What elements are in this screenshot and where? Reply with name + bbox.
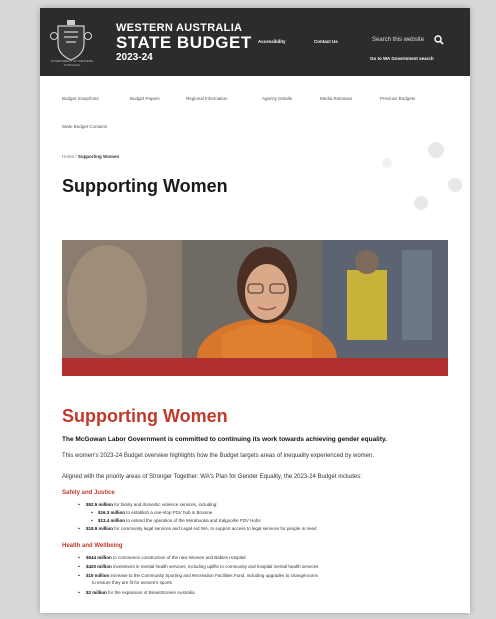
list-item: $420 million investment in mental health… xyxy=(78,564,318,570)
page-title: Supporting Women xyxy=(62,176,228,196)
hero-photo-woman-hivis xyxy=(62,240,448,376)
site-title-line2[interactable]: STATE BUDGET xyxy=(116,33,252,53)
nav-item-agency-details[interactable]: Agency Details xyxy=(262,96,292,101)
list-item: $15 million increase to the Community Sp… xyxy=(78,573,318,579)
list-item: $52.5 million for family and domestic vi… xyxy=(78,502,218,508)
list-item: $16.3 million to establish a one-stop FD… xyxy=(91,510,212,516)
breadcrumb-current: Supporting Women xyxy=(77,154,120,159)
nav-item-state-budget-contacts[interactable]: State Budget Contacts xyxy=(62,124,107,129)
lead-paragraph: The McGowan Labor Government is committe… xyxy=(62,436,387,443)
search-icon[interactable] xyxy=(434,35,444,45)
search-input[interactable]: Search this website xyxy=(372,37,424,43)
section-title: Supporting Women xyxy=(62,406,228,426)
breadcrumb-separator: / xyxy=(75,154,77,159)
browser-page: GOVERNMENT OF WESTERN AUSTRALIA WESTERN … xyxy=(40,8,470,613)
decorative-circle xyxy=(382,158,392,168)
nav-item-budget-snapshots[interactable]: Budget Snapshots xyxy=(62,96,99,101)
safety-justice-heading: Safety and Justice xyxy=(62,490,115,496)
crest-label: GOVERNMENT OF WESTERN AUSTRALIA xyxy=(50,59,94,67)
intro-paragraph: This women's 2023-24 Budget overview hig… xyxy=(62,453,374,459)
list-item: $544 million to commence construction of… xyxy=(78,555,245,561)
list-item: $18.9 million for community legal servic… xyxy=(78,526,316,532)
nav-item-regional-information[interactable]: Regional Information xyxy=(186,96,228,101)
contact-us-link[interactable]: Contact Us xyxy=(314,39,338,44)
site-title-year[interactable]: 2023-24 xyxy=(116,52,153,63)
aligned-paragraph: Aligned with the priority areas of Stron… xyxy=(62,474,362,480)
nav-item-budget-papers[interactable]: Budget Papers xyxy=(130,96,160,101)
decorative-circle xyxy=(414,196,428,210)
decorative-circle xyxy=(428,142,444,158)
wa-government-search-link[interactable]: Go to WA Government search xyxy=(370,56,434,61)
site-header: GOVERNMENT OF WESTERN AUSTRALIA WESTERN … xyxy=(40,8,470,76)
health-wellbeing-heading: Health and Wellbeing xyxy=(62,543,123,549)
list-item-continuation: to ensure they are fit for women's sport… xyxy=(92,580,172,585)
nav-item-previous-budgets[interactable]: Previous Budgets xyxy=(380,96,415,101)
list-item: $13.4 million to extend the operation of… xyxy=(91,518,261,524)
nav-item-media-releases[interactable]: Media Releases xyxy=(320,96,352,101)
breadcrumb: Home / Supporting Women xyxy=(62,154,119,159)
decorative-circle xyxy=(448,178,462,192)
breadcrumb-home-link[interactable]: Home xyxy=(62,154,74,159)
list-item: $2 million for the expansion of BreastSc… xyxy=(78,590,195,596)
accessibility-link[interactable]: Accessibility xyxy=(258,39,286,44)
